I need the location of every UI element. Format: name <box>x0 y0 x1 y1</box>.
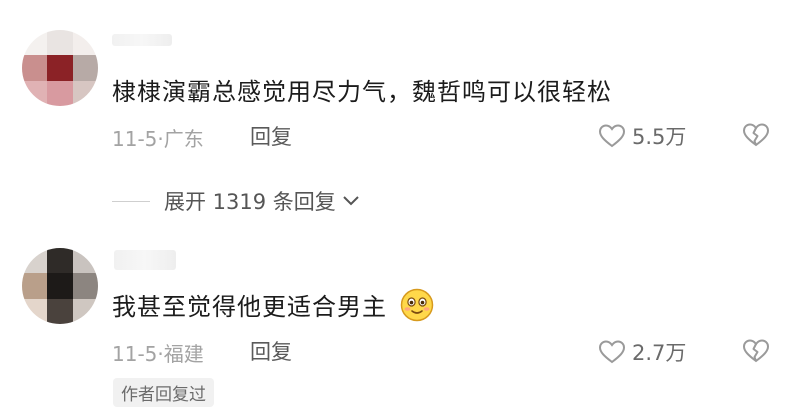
like-button[interactable]: 2.7万 <box>598 337 686 367</box>
reply-button[interactable]: 回复 <box>250 336 292 366</box>
chevron-down-icon <box>343 196 359 206</box>
broken-heart-icon <box>742 339 770 363</box>
heart-outline-icon <box>598 340 626 364</box>
expand-replies-label: 展开 1319 条回复 <box>164 190 336 214</box>
like-count: 2.7万 <box>632 341 687 365</box>
dislike-button[interactable] <box>742 338 770 368</box>
avatar[interactable] <box>22 30 98 106</box>
dislike-button[interactable] <box>742 122 770 152</box>
comment-meta: 11-5·广东 <box>112 127 204 151</box>
like-count: 5.5万 <box>632 125 687 149</box>
expand-replies-button[interactable]: 展开 1319 条回复 <box>112 186 360 216</box>
comment-section: 棣棣演霸总感觉用尽力气，魏哲鸣可以很轻松 11-5·广东 回复 5.5万 展开 … <box>0 0 800 418</box>
heart-outline-icon <box>598 124 626 148</box>
author-replied-badge: 作者回复过 <box>113 378 214 407</box>
username-blurred[interactable] <box>112 34 172 46</box>
username-blurred[interactable] <box>114 250 176 270</box>
avatar[interactable] <box>22 248 98 324</box>
smiling-face-emoji <box>400 288 433 322</box>
comment-meta: 11-5·福建 <box>112 342 204 366</box>
broken-heart-icon <box>742 123 770 147</box>
divider-line <box>112 200 150 202</box>
comment-body: 我甚至觉得他更适合男主 <box>112 293 387 321</box>
comment-text: 棣棣演霸总感觉用尽力气，魏哲鸣可以很轻松 <box>112 78 612 106</box>
comment-text: 我甚至觉得他更适合男主 <box>112 287 434 322</box>
like-button[interactable]: 5.5万 <box>598 121 686 151</box>
reply-button[interactable]: 回复 <box>250 121 292 151</box>
